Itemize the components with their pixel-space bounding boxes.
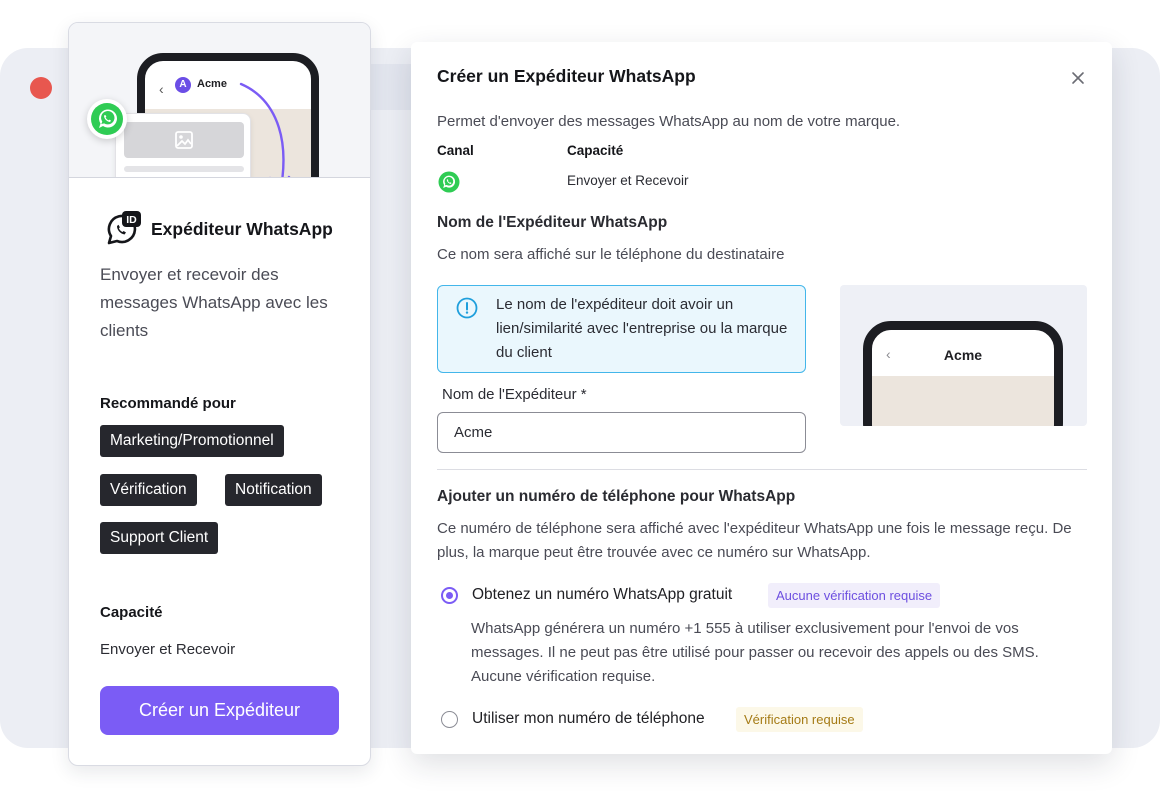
capability-value: Envoyer et Recevoir <box>567 173 689 188</box>
phone-section-desc: Ce numéro de téléphone sera affiché avec… <box>437 520 1072 561</box>
curved-arrow-icon <box>239 82 291 177</box>
whatsapp-icon <box>438 171 460 198</box>
free-number-radio[interactable] <box>441 587 458 604</box>
message-image-placeholder <box>124 122 244 158</box>
whatsapp-badge <box>87 99 127 139</box>
verification-required-badge: Vérification requise <box>736 707 863 732</box>
modal-intro: Permet d'envoyer des messages WhatsApp a… <box>437 113 901 130</box>
sender-name-input[interactable] <box>437 412 806 453</box>
card-illustration: ‹ A Acme <box>69 23 370 178</box>
no-verification-badge: Aucune vérification requise <box>768 583 941 608</box>
tag-chip: Notification <box>225 474 322 506</box>
section-divider <box>437 469 1087 470</box>
info-icon <box>456 297 478 324</box>
info-alert-text: Le nom de l'expéditeur doit avoir un lie… <box>496 296 788 361</box>
card-description: Envoyer et recevoir des messages WhatsAp… <box>100 265 328 340</box>
whatsapp-icon <box>91 103 123 135</box>
own-number-option-label[interactable]: Utiliser mon numéro de téléphone <box>472 710 705 728</box>
capability-label: Capacité <box>100 604 163 621</box>
modal-title: Créer un Expéditeur WhatsApp <box>437 66 696 86</box>
preview-sender-name: Acme <box>197 78 227 90</box>
sender-name-label: Nom de l'Expéditeur * <box>442 386 587 403</box>
create-sender-modal: Créer un Expéditeur WhatsApp Permet d'en… <box>411 42 1112 754</box>
free-number-option-label[interactable]: Obtenez un numéro WhatsApp gratuit <box>472 586 732 604</box>
recommended-for-label: Recommandé pour <box>100 395 236 412</box>
sender-name-section-desc: Ce nom sera affiché sur le téléphone du … <box>437 246 785 263</box>
chat-wallpaper <box>872 376 1054 426</box>
sender-avatar: A <box>175 77 191 93</box>
free-number-option-desc: WhatsApp générera un numéro +1 555 à uti… <box>471 620 1039 685</box>
svg-text:ID: ID <box>126 214 137 226</box>
sender-type-card: ‹ A Acme ID Expéditeur WhatsApp Envoyer … <box>68 22 371 766</box>
card-title-row: ID Expéditeur WhatsApp <box>103 209 333 249</box>
preview-sender-name: Acme <box>943 347 983 363</box>
capability-value: Envoyer et Recevoir <box>100 641 236 658</box>
card-title: Expéditeur WhatsApp <box>151 218 333 239</box>
tag-chip: Marketing/Promotionnel <box>100 425 284 457</box>
message-text-line <box>124 166 244 172</box>
own-number-radio[interactable] <box>441 711 458 728</box>
close-icon[interactable] <box>1067 67 1089 89</box>
image-icon <box>175 131 193 149</box>
sender-preview: ‹ Acme <box>840 285 1087 426</box>
channel-header: Canal <box>437 143 474 158</box>
sender-name-section-title: Nom de l'Expéditeur WhatsApp <box>437 214 668 231</box>
capability-header: Capacité <box>567 143 624 158</box>
info-alert: Le nom de l'expéditeur doit avoir un lie… <box>437 285 806 373</box>
whatsapp-sender-id-icon: ID <box>103 209 143 249</box>
phone-section-title: Ajouter un numéro de téléphone pour What… <box>437 488 796 505</box>
window-close-dot[interactable] <box>30 77 52 99</box>
back-chevron-icon: ‹ <box>159 81 164 97</box>
phone-mockup: ‹ Acme <box>863 321 1063 426</box>
create-sender-button[interactable]: Créer un Expéditeur <box>100 686 339 735</box>
tag-chip: Vérification <box>100 474 197 506</box>
tag-chip: Support Client <box>100 522 219 554</box>
